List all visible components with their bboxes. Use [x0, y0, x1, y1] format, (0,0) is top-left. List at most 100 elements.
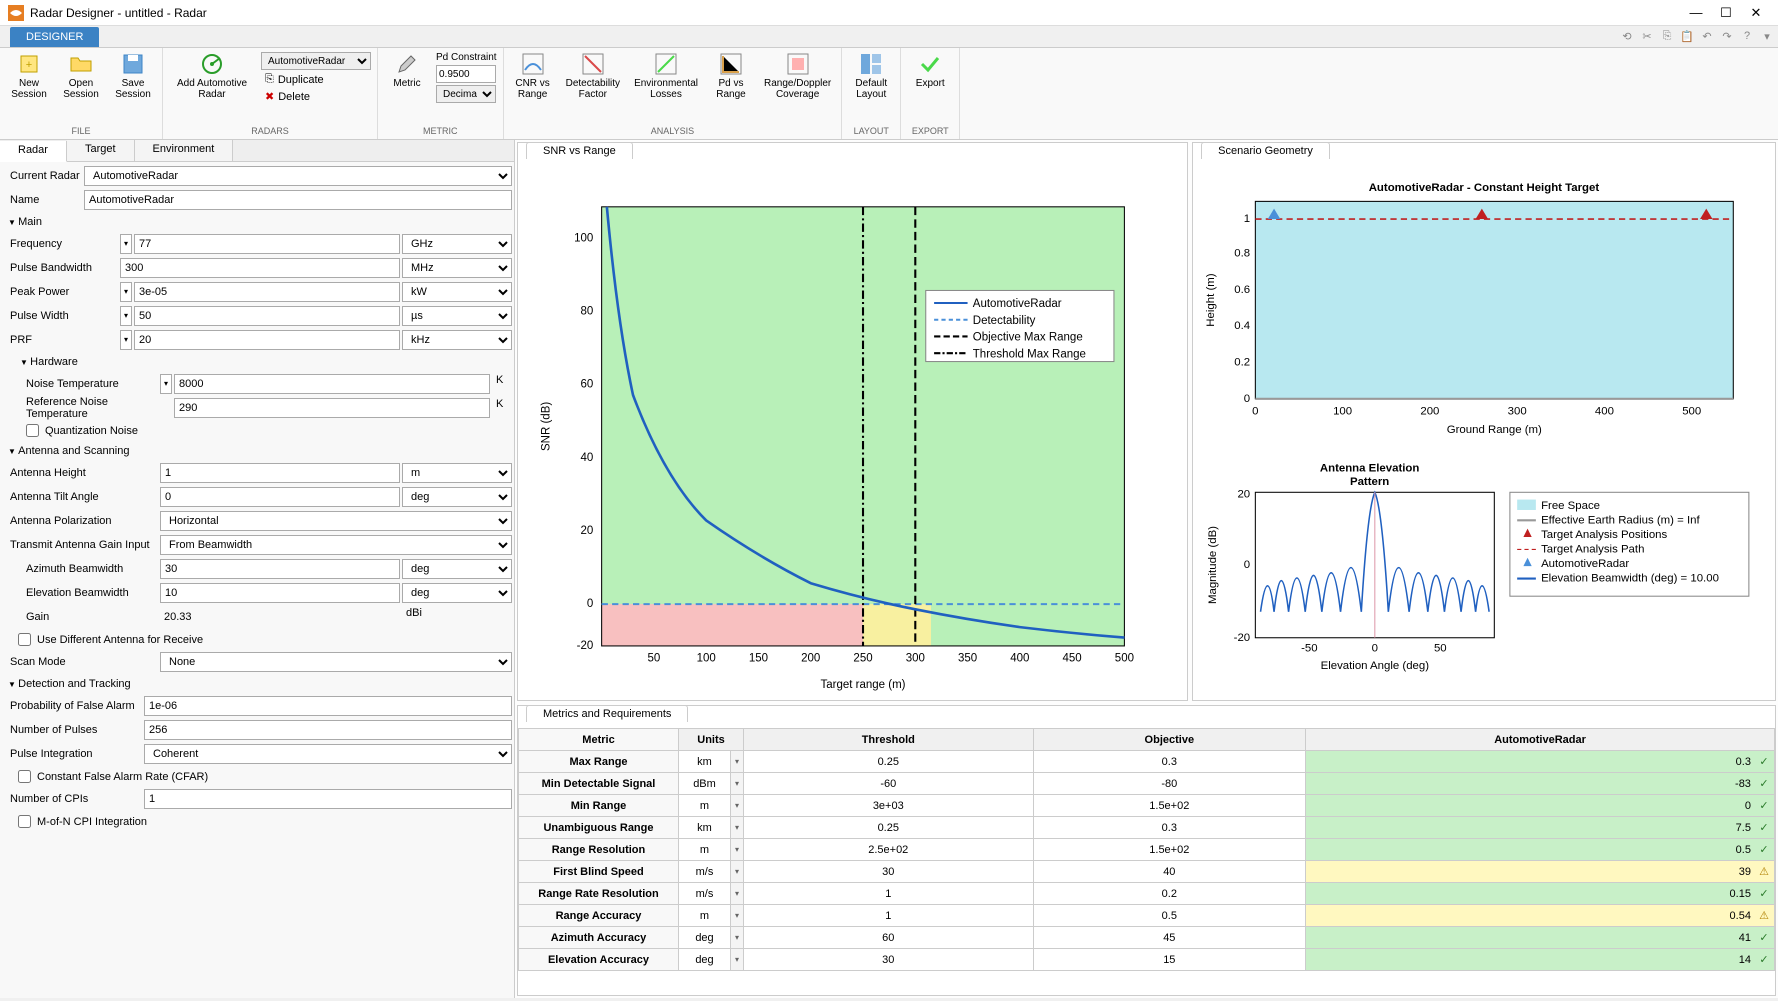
cfar-checkbox[interactable]	[18, 770, 31, 783]
dd-icon[interactable]: ▾	[120, 306, 132, 326]
units-dropdown[interactable]: ▾	[731, 795, 744, 817]
new-session-button[interactable]: + NewSession	[4, 50, 54, 102]
metrics-tab[interactable]: Metrics and Requirements	[526, 705, 688, 722]
az-bw-unit[interactable]: deg	[402, 559, 512, 579]
metric-objective[interactable]: 1.5e+02	[1033, 839, 1306, 861]
pulse-width-input[interactable]	[134, 306, 400, 326]
units-dropdown[interactable]: ▾	[731, 949, 744, 971]
scan-mode-select[interactable]: None	[160, 652, 512, 672]
format-selector[interactable]: Decimal	[436, 85, 496, 103]
pd-button[interactable]: Pd vsRange	[706, 50, 756, 102]
units-dropdown[interactable]: ▾	[731, 839, 744, 861]
metric-threshold[interactable]: 3e+03	[744, 795, 1034, 817]
units-dropdown[interactable]: ▾	[731, 751, 744, 773]
dd-icon[interactable]: ▾	[120, 234, 132, 254]
undo-icon[interactable]: ↶	[1698, 27, 1716, 45]
metric-threshold[interactable]: 30	[744, 949, 1034, 971]
mofn-checkbox[interactable]	[18, 815, 31, 828]
az-bw-input[interactable]	[160, 559, 400, 579]
geometry-tab[interactable]: Scenario Geometry	[1201, 142, 1330, 159]
geometry-charts[interactable]: AutomotiveRadar - Constant Height Target…	[1193, 165, 1775, 726]
bandwidth-unit[interactable]: MHz	[402, 258, 512, 278]
metric-threshold[interactable]: 0.25	[744, 751, 1034, 773]
tilt-unit[interactable]: deg	[402, 487, 512, 507]
metric-threshold[interactable]: 0.25	[744, 817, 1034, 839]
snr-chart[interactable]: -20020 406080100 50100150 200250300 3504…	[518, 165, 1187, 730]
metric-threshold[interactable]: 1	[744, 905, 1034, 927]
rd-button[interactable]: Range/DopplerCoverage	[758, 50, 837, 102]
diff-antenna-checkbox[interactable]	[18, 633, 31, 646]
dd-icon[interactable]: ▾	[120, 330, 132, 350]
el-bw-input[interactable]	[160, 583, 400, 603]
metric-objective[interactable]: 0.3	[1033, 817, 1306, 839]
maximize-button[interactable]: ☐	[1712, 3, 1740, 23]
el-bw-unit[interactable]: deg	[402, 583, 512, 603]
noise-temp-input[interactable]	[174, 374, 490, 394]
radar-selector[interactable]: AutomotiveRadar	[261, 52, 371, 70]
expand-icon[interactable]: ▾	[1758, 27, 1776, 45]
frequency-unit[interactable]: GHz	[402, 234, 512, 254]
section-antenna[interactable]: Antenna and Scanning	[2, 441, 512, 461]
metric-objective[interactable]: 1.5e+02	[1033, 795, 1306, 817]
metric-objective[interactable]: 0.3	[1033, 751, 1306, 773]
metric-threshold[interactable]: 30	[744, 861, 1034, 883]
designer-tab[interactable]: DESIGNER	[10, 27, 99, 47]
copy-icon[interactable]: ⎘	[1658, 27, 1676, 45]
cut-icon[interactable]: ✂	[1638, 27, 1656, 45]
npulses-input[interactable]	[144, 720, 512, 740]
units-dropdown[interactable]: ▾	[731, 817, 744, 839]
add-radar-button[interactable]: Add AutomotiveRadar	[167, 50, 257, 102]
units-dropdown[interactable]: ▾	[731, 905, 744, 927]
tab-environment[interactable]: Environment	[135, 140, 234, 161]
pd-constraint-input[interactable]	[436, 65, 496, 83]
frequency-input[interactable]	[134, 234, 400, 254]
ncpi-input[interactable]	[144, 789, 512, 809]
duplicate-button[interactable]: ⎘Duplicate	[261, 72, 371, 87]
units-dropdown[interactable]: ▾	[731, 927, 744, 949]
bandwidth-input[interactable]	[120, 258, 400, 278]
delete-button[interactable]: ✖Delete	[261, 89, 371, 104]
tab-radar[interactable]: Radar	[0, 141, 67, 162]
cnr-button[interactable]: CNR vsRange	[508, 50, 558, 102]
paste-icon[interactable]: 📋	[1678, 27, 1696, 45]
units-dropdown[interactable]: ▾	[731, 861, 744, 883]
quantization-checkbox[interactable]	[26, 424, 39, 437]
save-session-button[interactable]: SaveSession	[108, 50, 158, 102]
export-button[interactable]: Export	[905, 50, 955, 91]
ref-noise-input[interactable]	[174, 398, 490, 418]
env-button[interactable]: EnvironmentalLosses	[628, 50, 704, 102]
dd-icon[interactable]: ▾	[120, 282, 132, 302]
antenna-height-unit[interactable]: m	[402, 463, 512, 483]
snr-tab[interactable]: SNR vs Range	[526, 142, 633, 159]
metric-objective[interactable]: 0.2	[1033, 883, 1306, 905]
metric-threshold[interactable]: 1	[744, 883, 1034, 905]
close-button[interactable]: ✕	[1742, 3, 1770, 23]
peak-power-unit[interactable]: kW	[402, 282, 512, 302]
units-dropdown[interactable]: ▾	[731, 773, 744, 795]
metric-objective[interactable]: -80	[1033, 773, 1306, 795]
minimize-button[interactable]: —	[1682, 3, 1710, 23]
metric-objective[interactable]: 15	[1033, 949, 1306, 971]
section-detection[interactable]: Detection and Tracking	[2, 674, 512, 694]
metric-threshold[interactable]: 2.5e+02	[744, 839, 1034, 861]
open-session-button[interactable]: OpenSession	[56, 50, 106, 102]
tilt-input[interactable]	[160, 487, 400, 507]
polarization-select[interactable]: Horizontal	[160, 511, 512, 531]
antenna-height-input[interactable]	[160, 463, 400, 483]
peak-power-input[interactable]	[134, 282, 400, 302]
metric-threshold[interactable]: 60	[744, 927, 1034, 949]
units-dropdown[interactable]: ▾	[731, 883, 744, 905]
prf-unit[interactable]: kHz	[402, 330, 512, 350]
pfa-input[interactable]	[144, 696, 512, 716]
current-radar-select[interactable]: AutomotiveRadar	[84, 166, 512, 186]
section-hardware[interactable]: Hardware	[2, 352, 512, 372]
metric-objective[interactable]: 45	[1033, 927, 1306, 949]
dd-icon[interactable]: ▾	[160, 374, 172, 394]
layout-button[interactable]: DefaultLayout	[846, 50, 896, 102]
help-icon[interactable]: ?	[1738, 27, 1756, 45]
pulse-width-unit[interactable]: µs	[402, 306, 512, 326]
redo-icon[interactable]: ↷	[1718, 27, 1736, 45]
tab-target[interactable]: Target	[67, 140, 135, 161]
name-input[interactable]	[84, 190, 512, 210]
section-main[interactable]: Main	[2, 212, 512, 232]
